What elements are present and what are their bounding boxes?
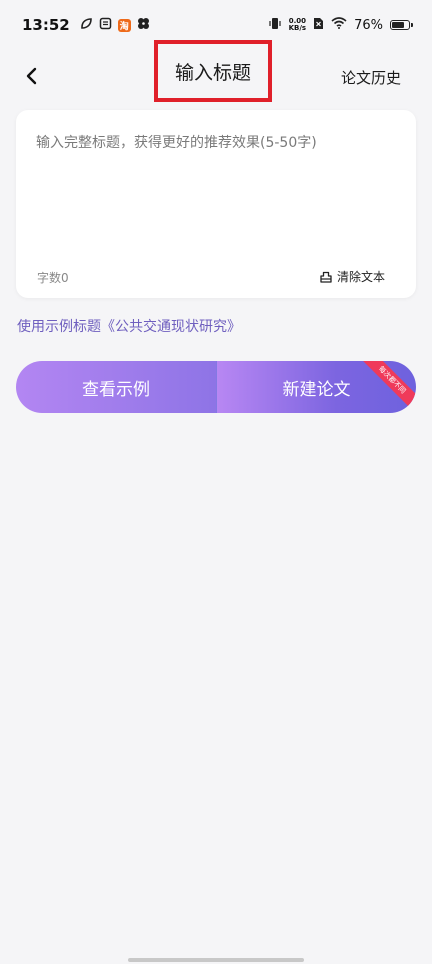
clear-text-label: 清除文本 [336, 270, 385, 284]
battery-percent: 76% [354, 17, 383, 33]
new-paper-button[interactable]: 新建论文 每次都不同 [216, 361, 416, 413]
net-speed-unit: KB/s [288, 24, 307, 32]
ribbon-wrap: 每次都不同 [356, 361, 416, 413]
wifi-icon [331, 17, 347, 33]
view-example-button[interactable]: 查看示例 [16, 361, 216, 413]
box-app-icon [99, 17, 112, 34]
action-button-group: 查看示例 新建论文 每次都不同 [16, 361, 416, 413]
title-highlight-box: 输入标题 [154, 40, 272, 102]
back-button[interactable] [18, 62, 46, 90]
status-right: 0.00 KB/s 76% [268, 17, 413, 34]
nav-bar: 输入标题 论文历史 [0, 40, 432, 106]
home-indicator[interactable] [128, 958, 304, 962]
status-time: 13:52 [22, 16, 70, 34]
page-title: 输入标题 [174, 61, 251, 84]
view-example-label: 查看示例 [82, 379, 150, 400]
pinwheel-app-icon [137, 17, 150, 34]
new-paper-label: 新建论文 [282, 379, 351, 400]
clear-text-button[interactable]: 清除文本 [320, 268, 385, 285]
status-left: 13:52 淘 [22, 16, 150, 34]
battery-icon [390, 20, 413, 30]
paper-history-button[interactable]: 论文历史 [341, 67, 401, 88]
use-example-title-link[interactable]: 使用示例标题《公共交通现状研究》 [17, 316, 241, 336]
char-count: 字数0 [37, 271, 69, 285]
eraser-icon [320, 271, 332, 283]
net-speed: 0.00 KB/s [289, 18, 306, 32]
ribbon-badge: 每次都不同 [358, 361, 416, 413]
vibrate-icon [268, 17, 282, 34]
title-input[interactable] [36, 132, 396, 242]
taobao-app-icon: 淘 [117, 18, 131, 32]
title-input-card: 字数0 清除文本 [16, 110, 416, 298]
leaf-app-icon [80, 17, 93, 34]
no-sim-icon [313, 17, 324, 34]
chevron-left-icon [26, 67, 37, 85]
